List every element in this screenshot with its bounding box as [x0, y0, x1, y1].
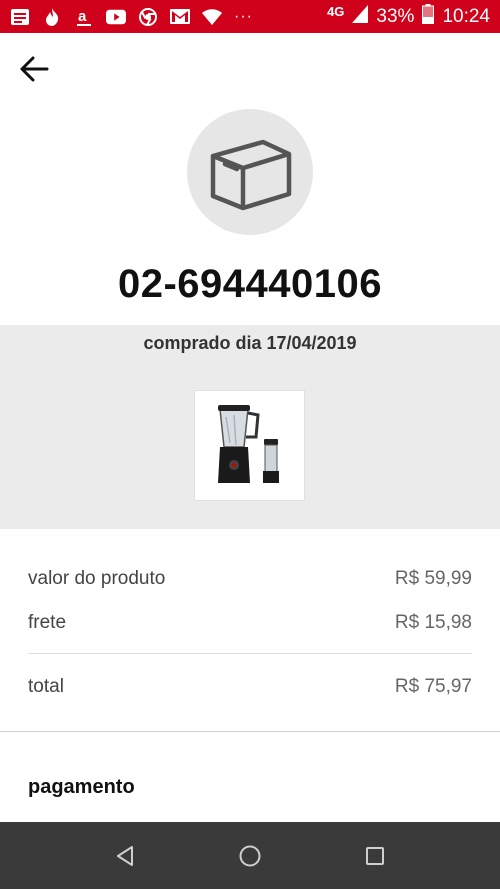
- notification-list-icon: [10, 7, 30, 27]
- summary-row-total: total R$ 75,97: [28, 676, 472, 698]
- nav-back-button[interactable]: [95, 822, 155, 889]
- status-bar: a ··· 4G 33% 10:24: [0, 0, 500, 33]
- summary-row-shipping: frete R$ 15,98: [28, 612, 472, 634]
- blender-product-image: [205, 402, 294, 489]
- signal-icon: [352, 4, 369, 29]
- back-triangle-icon: [117, 845, 133, 866]
- youtube-icon: [106, 7, 126, 27]
- summary-divider: [28, 653, 472, 654]
- wifi-icon: [202, 7, 222, 27]
- product-thumbnail[interactable]: [194, 390, 305, 501]
- summary-label: frete: [28, 612, 67, 633]
- arrow-left-icon: [20, 56, 49, 82]
- payment-title: pagamento: [28, 776, 135, 798]
- summary-value: R$ 59,99: [394, 568, 472, 589]
- recents-square-icon: [366, 846, 384, 865]
- purchase-date: comprado dia 17/04/2019: [143, 333, 357, 353]
- summary-label: valor do produto: [28, 568, 166, 589]
- flame-icon: [42, 7, 62, 27]
- app-bar: [0, 33, 500, 103]
- system-nav-bar: [0, 822, 500, 889]
- gmail-icon: [170, 7, 190, 27]
- summary-value: R$ 15,98: [394, 612, 472, 633]
- summary-row-product: valor do produto R$ 59,99: [28, 568, 472, 590]
- nav-recents-button[interactable]: [345, 822, 405, 889]
- total-value: R$ 75,97: [394, 676, 472, 697]
- section-divider: [0, 731, 500, 732]
- back-button[interactable]: [16, 51, 52, 87]
- order-number: 02-694440106: [117, 262, 383, 306]
- total-label: total: [28, 676, 64, 697]
- network-type: 4G: [327, 4, 345, 19]
- home-circle-icon: [239, 845, 261, 866]
- system-status: 4G 33% 10:24: [327, 3, 490, 30]
- a-app-icon: a: [74, 7, 94, 27]
- battery-percent: 33%: [376, 5, 415, 27]
- chrome-icon: [138, 7, 158, 27]
- svg-text:a: a: [78, 8, 87, 25]
- more-notifications: ···: [234, 7, 253, 25]
- nav-home-button[interactable]: [220, 822, 280, 889]
- notification-icons: a ···: [10, 7, 253, 27]
- battery-icon: [422, 3, 435, 30]
- clock: 10:24: [442, 5, 490, 27]
- package-box-icon: [210, 139, 292, 211]
- order-icon-circle: [187, 109, 313, 235]
